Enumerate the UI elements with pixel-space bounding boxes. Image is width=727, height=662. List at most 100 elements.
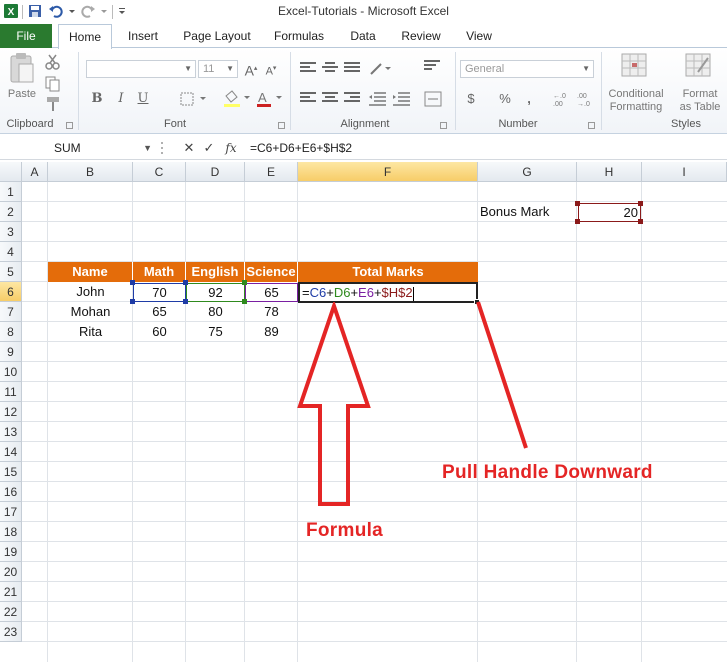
row-header-19[interactable]: 19 <box>0 542 22 562</box>
table-header-total-marks[interactable]: Total Marks <box>298 262 478 282</box>
worksheet-grid[interactable]: A B C D E F G H I 1 2 3 4 5 6 7 8 9 10 1… <box>0 162 727 662</box>
percent-button[interactable]: % <box>496 90 514 108</box>
column-header-c[interactable]: C <box>133 162 186 182</box>
row-header-21[interactable]: 21 <box>0 582 22 602</box>
paste-label[interactable]: Paste <box>4 88 40 101</box>
bonus-mark-label[interactable]: Bonus Mark <box>478 202 577 222</box>
row-header-12[interactable]: 12 <box>0 402 22 422</box>
row-header-6[interactable]: 6 <box>0 282 22 302</box>
cell-math[interactable]: 60 <box>133 322 186 342</box>
number-launcher-icon[interactable] <box>588 122 595 129</box>
currency-button[interactable]: $ <box>462 90 480 108</box>
font-size-combo[interactable]: 11 ▼ <box>198 60 238 78</box>
tab-review[interactable]: Review <box>394 24 448 48</box>
row-header-10[interactable]: 10 <box>0 362 22 382</box>
cell-name[interactable]: Rita <box>48 322 133 342</box>
column-header-i[interactable]: I <box>642 162 727 182</box>
table-header-name[interactable]: Name <box>48 262 133 282</box>
tab-home[interactable]: Home <box>58 24 112 49</box>
row-header-1[interactable]: 1 <box>0 182 22 202</box>
cancel-icon[interactable]: ✕ <box>180 138 198 158</box>
format-as-table-label-2[interactable]: as Table <box>672 101 727 114</box>
row-header-3[interactable]: 3 <box>0 222 22 242</box>
column-header-a[interactable]: A <box>22 162 48 182</box>
conditional-formatting-label-1[interactable]: Conditional <box>604 88 668 101</box>
row-header-9[interactable]: 9 <box>0 342 22 362</box>
row-header-11[interactable]: 11 <box>0 382 22 402</box>
shrink-font-icon[interactable]: A▾ <box>262 60 280 78</box>
cut-icon[interactable] <box>44 54 62 70</box>
merge-center-icon[interactable] <box>424 90 444 108</box>
cell-name[interactable]: Mohan <box>48 302 133 322</box>
row-header-7[interactable]: 7 <box>0 302 22 322</box>
font-color-icon[interactable]: A <box>256 90 286 108</box>
row-header-13[interactable]: 13 <box>0 422 22 442</box>
borders-icon[interactable] <box>180 92 210 106</box>
number-format-combo[interactable]: General ▼ <box>460 60 594 78</box>
tab-insert[interactable]: Insert <box>118 24 168 48</box>
tab-data[interactable]: Data <box>340 24 386 48</box>
row-header-14[interactable]: 14 <box>0 442 22 462</box>
column-header-h[interactable]: H <box>577 162 642 182</box>
bonus-mark-value[interactable]: 20 <box>578 203 641 222</box>
increase-decimal-icon[interactable]: ←.0.00 <box>552 90 572 108</box>
format-as-table-icon[interactable] <box>684 52 714 80</box>
select-all-corner[interactable] <box>0 162 22 182</box>
orientation-icon[interactable] <box>368 60 394 78</box>
align-right-icon[interactable] <box>344 92 360 106</box>
decrease-decimal-icon[interactable]: .00→.0 <box>576 90 596 108</box>
cell-math[interactable]: 65 <box>133 302 186 322</box>
row-header-20[interactable]: 20 <box>0 562 22 582</box>
row-header-2[interactable]: 2 <box>0 202 22 222</box>
tab-page-layout[interactable]: Page Layout <box>176 24 258 48</box>
formula-input[interactable]: =C6+D6+E6+$H$2 <box>250 138 352 158</box>
column-header-f[interactable]: F <box>298 162 478 182</box>
font-name-combo[interactable]: ▼ <box>86 60 196 78</box>
tab-file[interactable]: File <box>0 24 52 48</box>
row-header-5[interactable]: 5 <box>0 262 22 282</box>
fill-color-icon[interactable] <box>222 90 252 108</box>
column-header-d[interactable]: D <box>186 162 245 182</box>
decrease-indent-icon[interactable] <box>368 92 388 106</box>
clipboard-launcher-icon[interactable] <box>66 122 73 129</box>
table-header-math[interactable]: Math <box>133 262 186 282</box>
align-left-icon[interactable] <box>300 92 316 106</box>
format-as-table-label-1[interactable]: Format <box>672 88 727 101</box>
cell-english[interactable]: 80 <box>186 302 245 322</box>
font-launcher-icon[interactable] <box>278 122 285 129</box>
tab-view[interactable]: View <box>456 24 502 48</box>
paste-icon[interactable] <box>8 52 36 86</box>
row-header-8[interactable]: 8 <box>0 322 22 342</box>
conditional-formatting-label-2[interactable]: Formatting <box>604 101 668 114</box>
cell-english[interactable]: 75 <box>186 322 245 342</box>
row-header-4[interactable]: 4 <box>0 242 22 262</box>
enter-icon[interactable]: ✓ <box>200 138 218 158</box>
increase-indent-icon[interactable] <box>392 92 412 106</box>
row-header-17[interactable]: 17 <box>0 502 22 522</box>
wrap-text-icon[interactable] <box>424 60 440 74</box>
italic-button[interactable]: I <box>112 90 130 108</box>
active-cell-f6[interactable]: =C6+D6+E6+$H$2 <box>298 282 478 303</box>
align-top-icon[interactable] <box>300 62 316 76</box>
row-header-15[interactable]: 15 <box>0 462 22 482</box>
column-header-e[interactable]: E <box>245 162 298 182</box>
row-header-23[interactable]: 23 <box>0 622 22 642</box>
comma-button[interactable]: , <box>520 90 538 108</box>
copy-icon[interactable] <box>44 76 62 92</box>
bold-button[interactable]: B <box>88 90 106 108</box>
row-header-18[interactable]: 18 <box>0 522 22 542</box>
underline-button[interactable]: U <box>134 90 152 108</box>
align-center-icon[interactable] <box>322 92 338 106</box>
grow-font-icon[interactable]: A▴ <box>242 60 260 79</box>
cell-science[interactable]: 78 <box>245 302 298 322</box>
tab-formulas[interactable]: Formulas <box>266 24 332 48</box>
name-box[interactable]: SUM ▼ <box>4 138 154 158</box>
column-header-g[interactable]: G <box>478 162 577 182</box>
row-header-22[interactable]: 22 <box>0 602 22 622</box>
cell-science[interactable]: 89 <box>245 322 298 342</box>
cell-math[interactable]: 70 <box>133 283 186 302</box>
align-middle-icon[interactable] <box>322 62 338 76</box>
conditional-formatting-icon[interactable] <box>620 52 650 80</box>
cell-name[interactable]: John <box>48 282 133 302</box>
insert-function-icon[interactable]: fx <box>222 138 240 158</box>
